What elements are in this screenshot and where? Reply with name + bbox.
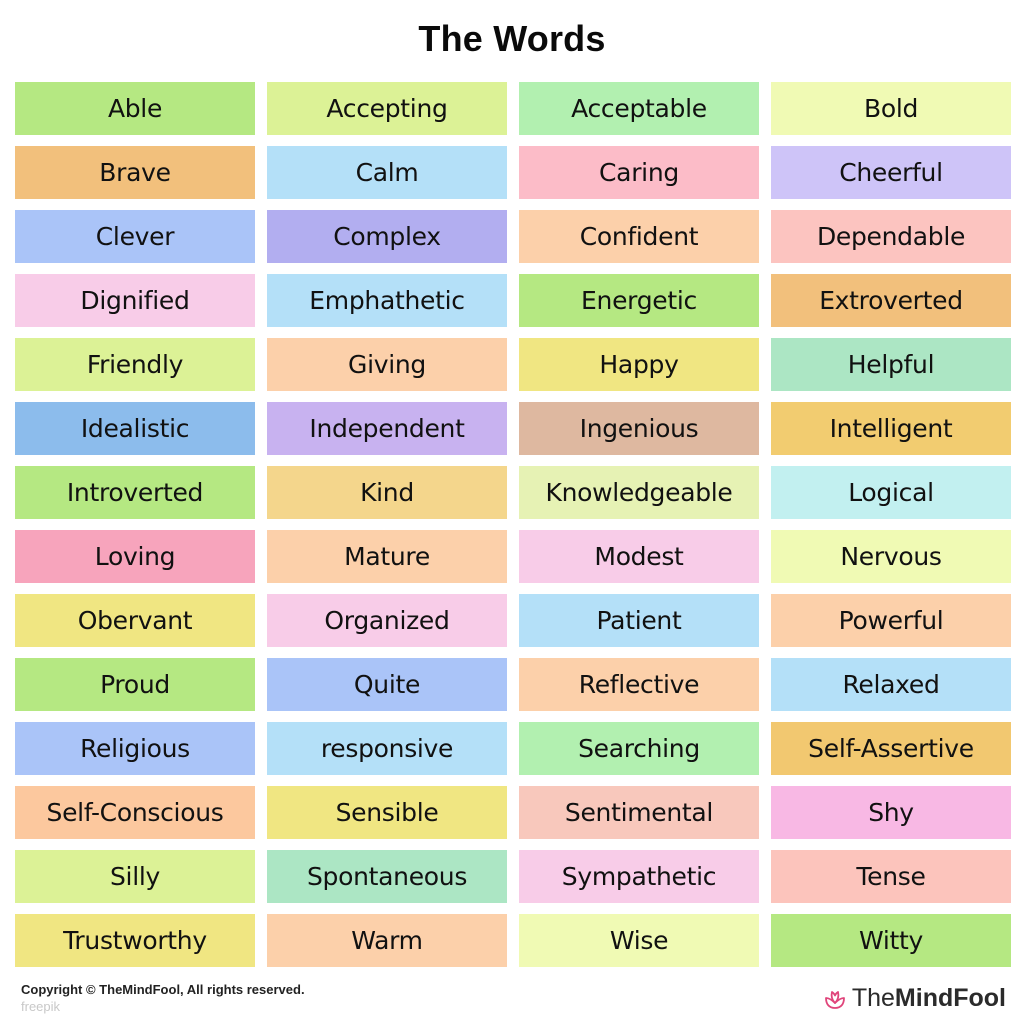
- credit-text: freepik: [21, 999, 61, 1014]
- word-tile: Emphathetic: [267, 274, 507, 327]
- word-tile: Religious: [15, 722, 255, 775]
- word-tile: Reflective: [519, 658, 759, 711]
- word-tile: Kind: [267, 466, 507, 519]
- word-tile: Giving: [267, 338, 507, 391]
- word-tile: Calm: [267, 146, 507, 199]
- word-tile: Able: [15, 82, 255, 135]
- word-tile: Quite: [267, 658, 507, 711]
- word-tile: Cheerful: [771, 146, 1011, 199]
- word-tile: Caring: [519, 146, 759, 199]
- word-tile: Self-Assertive: [771, 722, 1011, 775]
- word-tile: Energetic: [519, 274, 759, 327]
- lotus-icon: [824, 990, 845, 1009]
- word-tile: Warm: [267, 914, 507, 967]
- word-tile: Happy: [519, 338, 759, 391]
- word-tile: Shy: [771, 786, 1011, 839]
- word-tile: Wise: [519, 914, 759, 967]
- word-tile: Modest: [519, 530, 759, 583]
- word-tile: Witty: [771, 914, 1011, 967]
- word-tile: Sympathetic: [519, 850, 759, 903]
- word-tile: Sentimental: [519, 786, 759, 839]
- word-tile: Independent: [267, 402, 507, 455]
- word-tile: Loving: [15, 530, 255, 583]
- word-tile: Knowledgeable: [519, 466, 759, 519]
- word-tile: Confident: [519, 210, 759, 263]
- word-tile: Nervous: [771, 530, 1011, 583]
- word-grid: Able Accepting Acceptable Bold Brave Calm Cari…: [15, 82, 1011, 967]
- word-tile: Proud: [15, 658, 255, 711]
- word-tile: Trustworthy: [15, 914, 255, 967]
- word-tile: Relaxed: [771, 658, 1011, 711]
- word-tile: Intelligent: [771, 402, 1011, 455]
- page-title: The Words: [418, 18, 606, 59]
- word-tile: Powerful: [771, 594, 1011, 647]
- word-tile: Searching: [519, 722, 759, 775]
- word-tile: Acceptable: [519, 82, 759, 135]
- word-tile: Bold: [771, 82, 1011, 135]
- word-tile: responsive: [267, 722, 507, 775]
- word-tile: Clever: [15, 210, 255, 263]
- word-tile: Idealistic: [15, 402, 255, 455]
- word-tile: Logical: [771, 466, 1011, 519]
- word-tile: Complex: [267, 210, 507, 263]
- word-tile: Ingenious: [519, 402, 759, 455]
- word-tile: Brave: [15, 146, 255, 199]
- word-tile: Patient: [519, 594, 759, 647]
- word-tile: Sensible: [267, 786, 507, 839]
- word-tile: Organized: [267, 594, 507, 647]
- word-tile: Obervant: [15, 594, 255, 647]
- word-tile: Extroverted: [771, 274, 1011, 327]
- brand-logo: TheMindFool: [823, 984, 1006, 1013]
- brand-name: TheMindFool: [851, 984, 1006, 1012]
- word-tile: Introverted: [15, 466, 255, 519]
- word-tile: Self-Conscious: [15, 786, 255, 839]
- word-tile: Accepting: [267, 82, 507, 135]
- copyright-text: Copyright © TheMindFool, All rights rese…: [21, 982, 305, 997]
- word-tile: Helpful: [771, 338, 1011, 391]
- word-tile: Dignified: [15, 274, 255, 327]
- word-tile: Tense: [771, 850, 1011, 903]
- word-tile: Mature: [267, 530, 507, 583]
- word-tile: Spontaneous: [267, 850, 507, 903]
- word-tile: Friendly: [15, 338, 255, 391]
- word-tile: Silly: [15, 850, 255, 903]
- word-tile: Dependable: [771, 210, 1011, 263]
